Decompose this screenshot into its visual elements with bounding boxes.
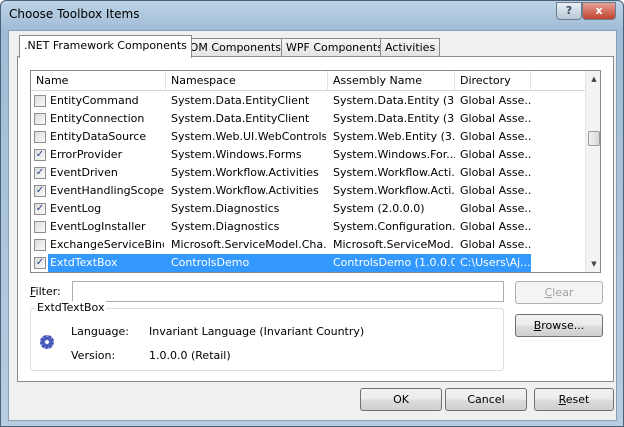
- cell-assembly: System.Data.Entity (3....: [333, 94, 455, 107]
- reset-button[interactable]: Reset: [534, 388, 614, 411]
- scrollbar-thumb[interactable]: [588, 131, 600, 146]
- cell-assembly: System.Workflow.Acti...: [333, 184, 455, 197]
- cell-name: EventHandlingScope: [50, 184, 164, 197]
- cell-namespace: System.Workflow.Activities: [171, 184, 319, 197]
- cell-assembly: System (2.0.0.0): [333, 202, 425, 215]
- close-button[interactable]: x: [582, 2, 616, 20]
- list-row[interactable]: ✓ EventHandlingScope System.Workflow.Activ…: [31, 182, 585, 200]
- row-checkbox[interactable]: ✓: [34, 149, 46, 161]
- column-header-assembly-name[interactable]: Assembly Name: [328, 71, 455, 91]
- row-checkbox[interactable]: [34, 113, 46, 125]
- list-row[interactable]: EntityCommand System.Data.EntityClient Sys…: [31, 92, 585, 110]
- cell-assembly: System.Windows.For...: [333, 148, 455, 161]
- clear-button[interactable]: Clear: [515, 281, 603, 304]
- cell-assembly: System.Web.Entity (3....: [333, 130, 455, 143]
- row-checkbox[interactable]: [34, 131, 46, 143]
- cell-directory: Global Asse...: [460, 220, 531, 233]
- row-checkbox[interactable]: ✓: [34, 203, 46, 215]
- cell-namespace: Microsoft.ServiceModel.Cha...: [171, 238, 326, 251]
- list-header: Name Namespace Assembly Name Directory: [31, 71, 585, 91]
- cell-assembly: System.Configuration...: [333, 220, 455, 233]
- filter-label: Filter:: [30, 285, 61, 298]
- cell-namespace: System.Diagnostics: [171, 202, 280, 215]
- row-checkbox[interactable]: ✓: [34, 167, 46, 179]
- cell-name: ErrorProvider: [50, 148, 123, 161]
- window-title: Choose Toolbox Items: [9, 7, 140, 21]
- scroll-down-icon[interactable]: ▼: [586, 256, 600, 272]
- list-row[interactable]: ExchangeServiceBind... Microsoft.ServiceM…: [31, 236, 585, 254]
- cell-namespace: System.Data.EntityClient: [171, 112, 310, 125]
- column-header-namespace[interactable]: Namespace: [166, 71, 328, 91]
- scroll-up-icon[interactable]: ▲: [586, 71, 600, 87]
- cancel-button[interactable]: Cancel: [445, 388, 527, 411]
- cell-assembly: ControlsDemo (1.0.0.0): [333, 256, 455, 269]
- column-header-name[interactable]: Name: [31, 71, 166, 91]
- cell-namespace: System.Data.EntityClient: [171, 94, 310, 107]
- cell-directory: Global Asse...: [460, 166, 531, 179]
- column-header-directory[interactable]: Directory: [455, 71, 531, 91]
- cell-assembly: Microsoft.ServiceMod...: [333, 238, 455, 251]
- filter-input[interactable]: [72, 281, 504, 302]
- cell-directory: Global Asse...: [460, 202, 531, 215]
- cell-name: EntityDataSource: [50, 130, 147, 143]
- cell-directory: Global Asse...: [460, 130, 531, 143]
- cell-name: EntityConnection: [50, 112, 145, 125]
- tab-panel: Name Namespace Assembly Name Directory E…: [17, 56, 614, 382]
- row-checkbox[interactable]: [34, 239, 46, 251]
- cell-directory: Global Asse...: [460, 94, 531, 107]
- cell-namespace: ControlsDemo: [171, 256, 250, 269]
- cell-directory: Global Asse...: [460, 112, 531, 125]
- row-checkbox[interactable]: ✓: [34, 185, 46, 197]
- list-row[interactable]: EntityConnection System.Data.EntityClient…: [31, 110, 585, 128]
- ok-button[interactable]: OK: [360, 388, 442, 411]
- cell-name: EntityCommand: [50, 94, 139, 107]
- dialog-body: .NET Framework Components COM Components…: [8, 30, 617, 421]
- components-list[interactable]: Name Namespace Assembly Name Directory E…: [30, 70, 601, 273]
- cell-name: EventLogInstaller: [50, 220, 146, 233]
- cell-namespace: System.Workflow.Activities: [171, 166, 319, 179]
- language-value: Invariant Language (Invariant Country): [149, 325, 365, 338]
- cell-directory: Global Asse...: [460, 148, 531, 161]
- dialog-window: Choose Toolbox Items ? x .NET Framework …: [0, 0, 624, 427]
- cell-directory: C:\Users\Aj...: [460, 256, 531, 269]
- list-row[interactable]: ✓ ErrorProvider System.Windows.Forms System…: [31, 146, 585, 164]
- list-row[interactable]: EventLogInstaller System.Diagnostics Syste…: [31, 218, 585, 236]
- cell-directory: Global Asse...: [460, 184, 531, 197]
- language-label: Language:: [71, 325, 129, 338]
- help-button[interactable]: ?: [556, 2, 582, 20]
- row-checkbox[interactable]: [34, 221, 46, 233]
- list-row[interactable]: ✓ EventLog System.Diagnostics System (2.0.0…: [31, 200, 585, 218]
- cell-name: EventDriven: [50, 166, 118, 179]
- row-checkbox[interactable]: [34, 95, 46, 107]
- cell-namespace: System.Web.UI.WebControls: [171, 130, 326, 143]
- row-checkbox[interactable]: ✓: [34, 257, 46, 269]
- cell-assembly: System.Data.Entity (3....: [333, 112, 455, 125]
- version-label: Version:: [71, 349, 116, 362]
- cell-name: ExchangeServiceBind...: [50, 238, 164, 251]
- browse-button[interactable]: Browse...: [515, 314, 603, 337]
- cell-assembly: System.Workflow.Acti...: [333, 166, 455, 179]
- tab-net-framework-components[interactable]: .NET Framework Components: [19, 35, 192, 58]
- list-row[interactable]: ✓ EventDriven System.Workflow.Activities Sy…: [31, 164, 585, 182]
- cell-directory: Global Asse...: [460, 238, 531, 251]
- version-value: 1.0.0.0 (Retail): [149, 349, 231, 362]
- details-group: ExtdTextBox Language: Invariant Language…: [30, 301, 504, 371]
- cell-name: ExtdTextBox: [50, 256, 118, 269]
- cell-name: EventLog: [50, 202, 102, 215]
- tab-com-components[interactable]: COM Components: [177, 38, 286, 57]
- cell-namespace: System.Diagnostics: [171, 220, 280, 233]
- list-row[interactable]: EntityDataSource System.Web.UI.WebControl…: [31, 128, 585, 146]
- list-row[interactable]: ✓ ExtdTextBox ControlsDemo ControlsDemo (1.…: [34, 254, 531, 272]
- tab-wpf-components[interactable]: WPF Components: [281, 38, 388, 57]
- cell-namespace: System.Windows.Forms: [171, 148, 302, 161]
- details-title: ExtdTextBox: [35, 301, 107, 314]
- component-gear-icon: [40, 335, 54, 349]
- tab-activities[interactable]: Activities: [380, 38, 441, 57]
- vertical-scrollbar[interactable]: ▲ ▼: [585, 71, 600, 272]
